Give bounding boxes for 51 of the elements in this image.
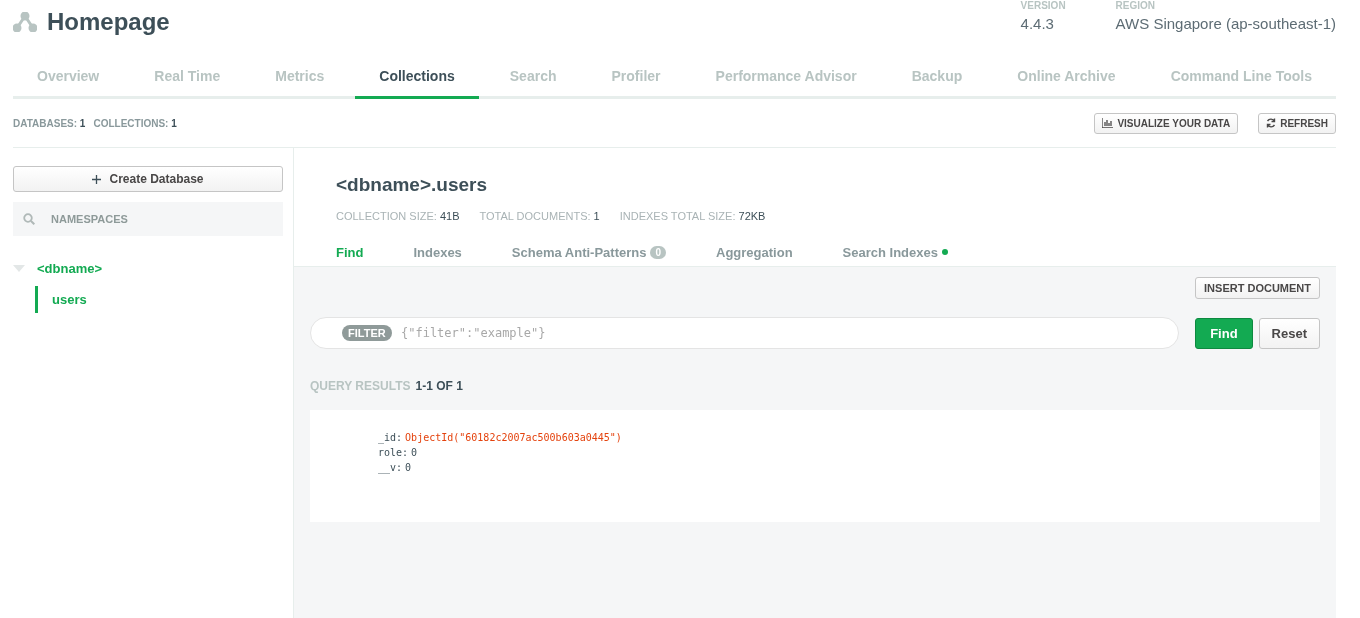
collection-tab[interactable]: Schema Anti-Patterns 0 (511, 244, 667, 260)
plus-icon (92, 174, 102, 184)
collection-stat: COLLECTION SIZE: 41B (336, 210, 460, 222)
region-value: AWS Singapore (ap-southeast-1) (1115, 15, 1336, 32)
version-label: VERSION (1020, 0, 1066, 11)
bar-chart-icon (1102, 118, 1114, 128)
nav-tab[interactable]: Search (485, 56, 581, 99)
nav-tab[interactable]: Metrics (251, 56, 349, 99)
field-value: ObjectId("60182c2007ac500b603a0445") (405, 431, 622, 445)
collection-stat: INDEXES TOTAL SIZE: 72KB (619, 210, 766, 222)
namespace-search-field[interactable]: NAMESPACES (13, 202, 283, 236)
reset-button[interactable]: Reset (1258, 317, 1320, 349)
field-value: 0 (411, 446, 418, 460)
collection-tab[interactable]: Aggregation (716, 244, 793, 260)
caret-down-icon[interactable] (13, 264, 25, 273)
results-label: QUERY RESULTS (310, 379, 411, 393)
field-key: role: (378, 445, 409, 460)
collection-item[interactable]: users (35, 286, 283, 313)
region-label: REGION (1115, 0, 1157, 11)
refresh-icon (1266, 118, 1277, 128)
nav-tab[interactable]: Backup (887, 56, 987, 99)
field-value: 0 (405, 461, 412, 475)
nav-tab[interactable]: Overview (13, 56, 124, 99)
toolbar-button[interactable]: REFRESH (1258, 112, 1336, 134)
toolbar-button[interactable]: VISUALIZE YOUR DATA (1094, 112, 1239, 134)
collection-stat: TOTAL DOCUMENTS: 1 (479, 210, 600, 222)
cluster-icon (13, 12, 37, 32)
filter-badge: FILTER (342, 325, 392, 341)
find-button[interactable]: Find (1195, 317, 1253, 349)
nav-tab[interactable]: Profiler (587, 56, 685, 99)
database-item[interactable]: <dbname> (37, 261, 103, 276)
create-database-button[interactable]: Create Database (13, 166, 283, 192)
count-badge: 0 (650, 245, 667, 259)
page-title: Homepage (47, 8, 170, 36)
version-value: 4.4.3 (1020, 15, 1055, 32)
nav-tab[interactable]: Command Line Tools (1146, 56, 1336, 99)
nav-tab[interactable]: Collections (355, 56, 479, 99)
collection-tab[interactable]: Search Indexes (842, 244, 948, 260)
insert-document-button[interactable]: INSERT DOCUMENT (1195, 277, 1320, 299)
results-range: 1-1 OF 1 (415, 379, 463, 393)
nav-tab[interactable]: Performance Advisor (691, 56, 881, 99)
field-key: _id: (378, 430, 403, 445)
collection-tab[interactable]: Find (336, 244, 364, 260)
summary-stat: DATABASES: 1 (13, 117, 86, 129)
collection-title: <dbname>.users (336, 174, 489, 196)
nav-tab[interactable]: Real Time (130, 56, 245, 99)
field-key: __v: (378, 460, 403, 475)
summary-stat: COLLECTIONS: 1 (93, 117, 177, 129)
collection-tab[interactable]: Indexes (413, 244, 462, 260)
nav-tab[interactable]: Online Archive (993, 56, 1140, 99)
search-icon (23, 213, 35, 225)
